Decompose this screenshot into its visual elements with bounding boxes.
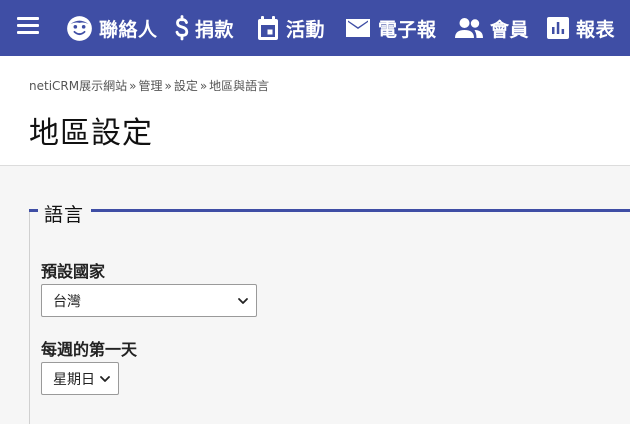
nav-item-members[interactable]: 會員 (454, 0, 529, 56)
select-value: 台灣 (53, 293, 81, 310)
page-header: netiCRM展示網站» 管理» 設定» 地區與語言 地區設定 (0, 56, 630, 166)
nav-item-label: 捐款 (195, 18, 235, 41)
chevron-down-icon (100, 376, 110, 382)
calendar-event-icon (256, 15, 280, 41)
nav-item-reports[interactable]: 報表 (546, 0, 615, 56)
contacts-face-icon (66, 15, 93, 42)
breadcrumb-link-site[interactable]: netiCRM展示網站 (29, 79, 127, 93)
nav-item-events[interactable]: 活動 (256, 0, 325, 56)
fieldset-legend: 語言 (44, 204, 85, 226)
breadcrumb-link-admin[interactable]: 管理 (138, 79, 162, 93)
fieldset-border-accent (91, 209, 630, 212)
nav-item-newsletter[interactable]: 電子報 (344, 0, 437, 56)
nav-item-label: 報表 (576, 18, 616, 41)
fieldset-border-accent (29, 209, 38, 212)
nav-item-donations[interactable]: 捐款 (174, 0, 234, 56)
page-title: 地區設定 (29, 116, 153, 151)
nav-item-contacts[interactable]: 聯絡人 (66, 0, 158, 56)
default-country-label: 預設國家 (41, 262, 106, 281)
breadcrumb-link-settings[interactable]: 設定 (174, 79, 198, 93)
default-country-select[interactable]: 台灣 (41, 284, 257, 317)
nav-item-label: 會員 (490, 18, 530, 41)
people-group-icon (454, 17, 484, 39)
language-fieldset (29, 210, 630, 424)
select-value: 星期日 (53, 371, 95, 388)
breadcrumb-separator: » (199, 79, 208, 93)
breadcrumb-separator: » (129, 79, 137, 93)
nav-item-label: 聯絡人 (99, 18, 158, 41)
dollar-sign-icon (174, 15, 190, 41)
top-nav-bar: 聯絡人 捐款 活動 電子報 會員 報表 (0, 0, 630, 56)
breadcrumb-link-locale[interactable]: 地區與語言 (209, 79, 269, 93)
nav-item-label: 電子報 (378, 18, 437, 41)
hamburger-menu-icon[interactable] (17, 16, 39, 34)
first-day-of-week-select[interactable]: 星期日 (41, 362, 119, 395)
breadcrumb-separator: » (164, 79, 172, 93)
bar-chart-icon (546, 16, 570, 40)
first-day-of-week-label: 每週的第一天 (41, 340, 138, 359)
nav-item-label: 活動 (286, 18, 326, 41)
breadcrumb: netiCRM展示網站» 管理» 設定» 地區與語言 (29, 77, 269, 94)
mail-envelope-icon (344, 17, 372, 39)
chevron-down-icon (238, 298, 248, 304)
